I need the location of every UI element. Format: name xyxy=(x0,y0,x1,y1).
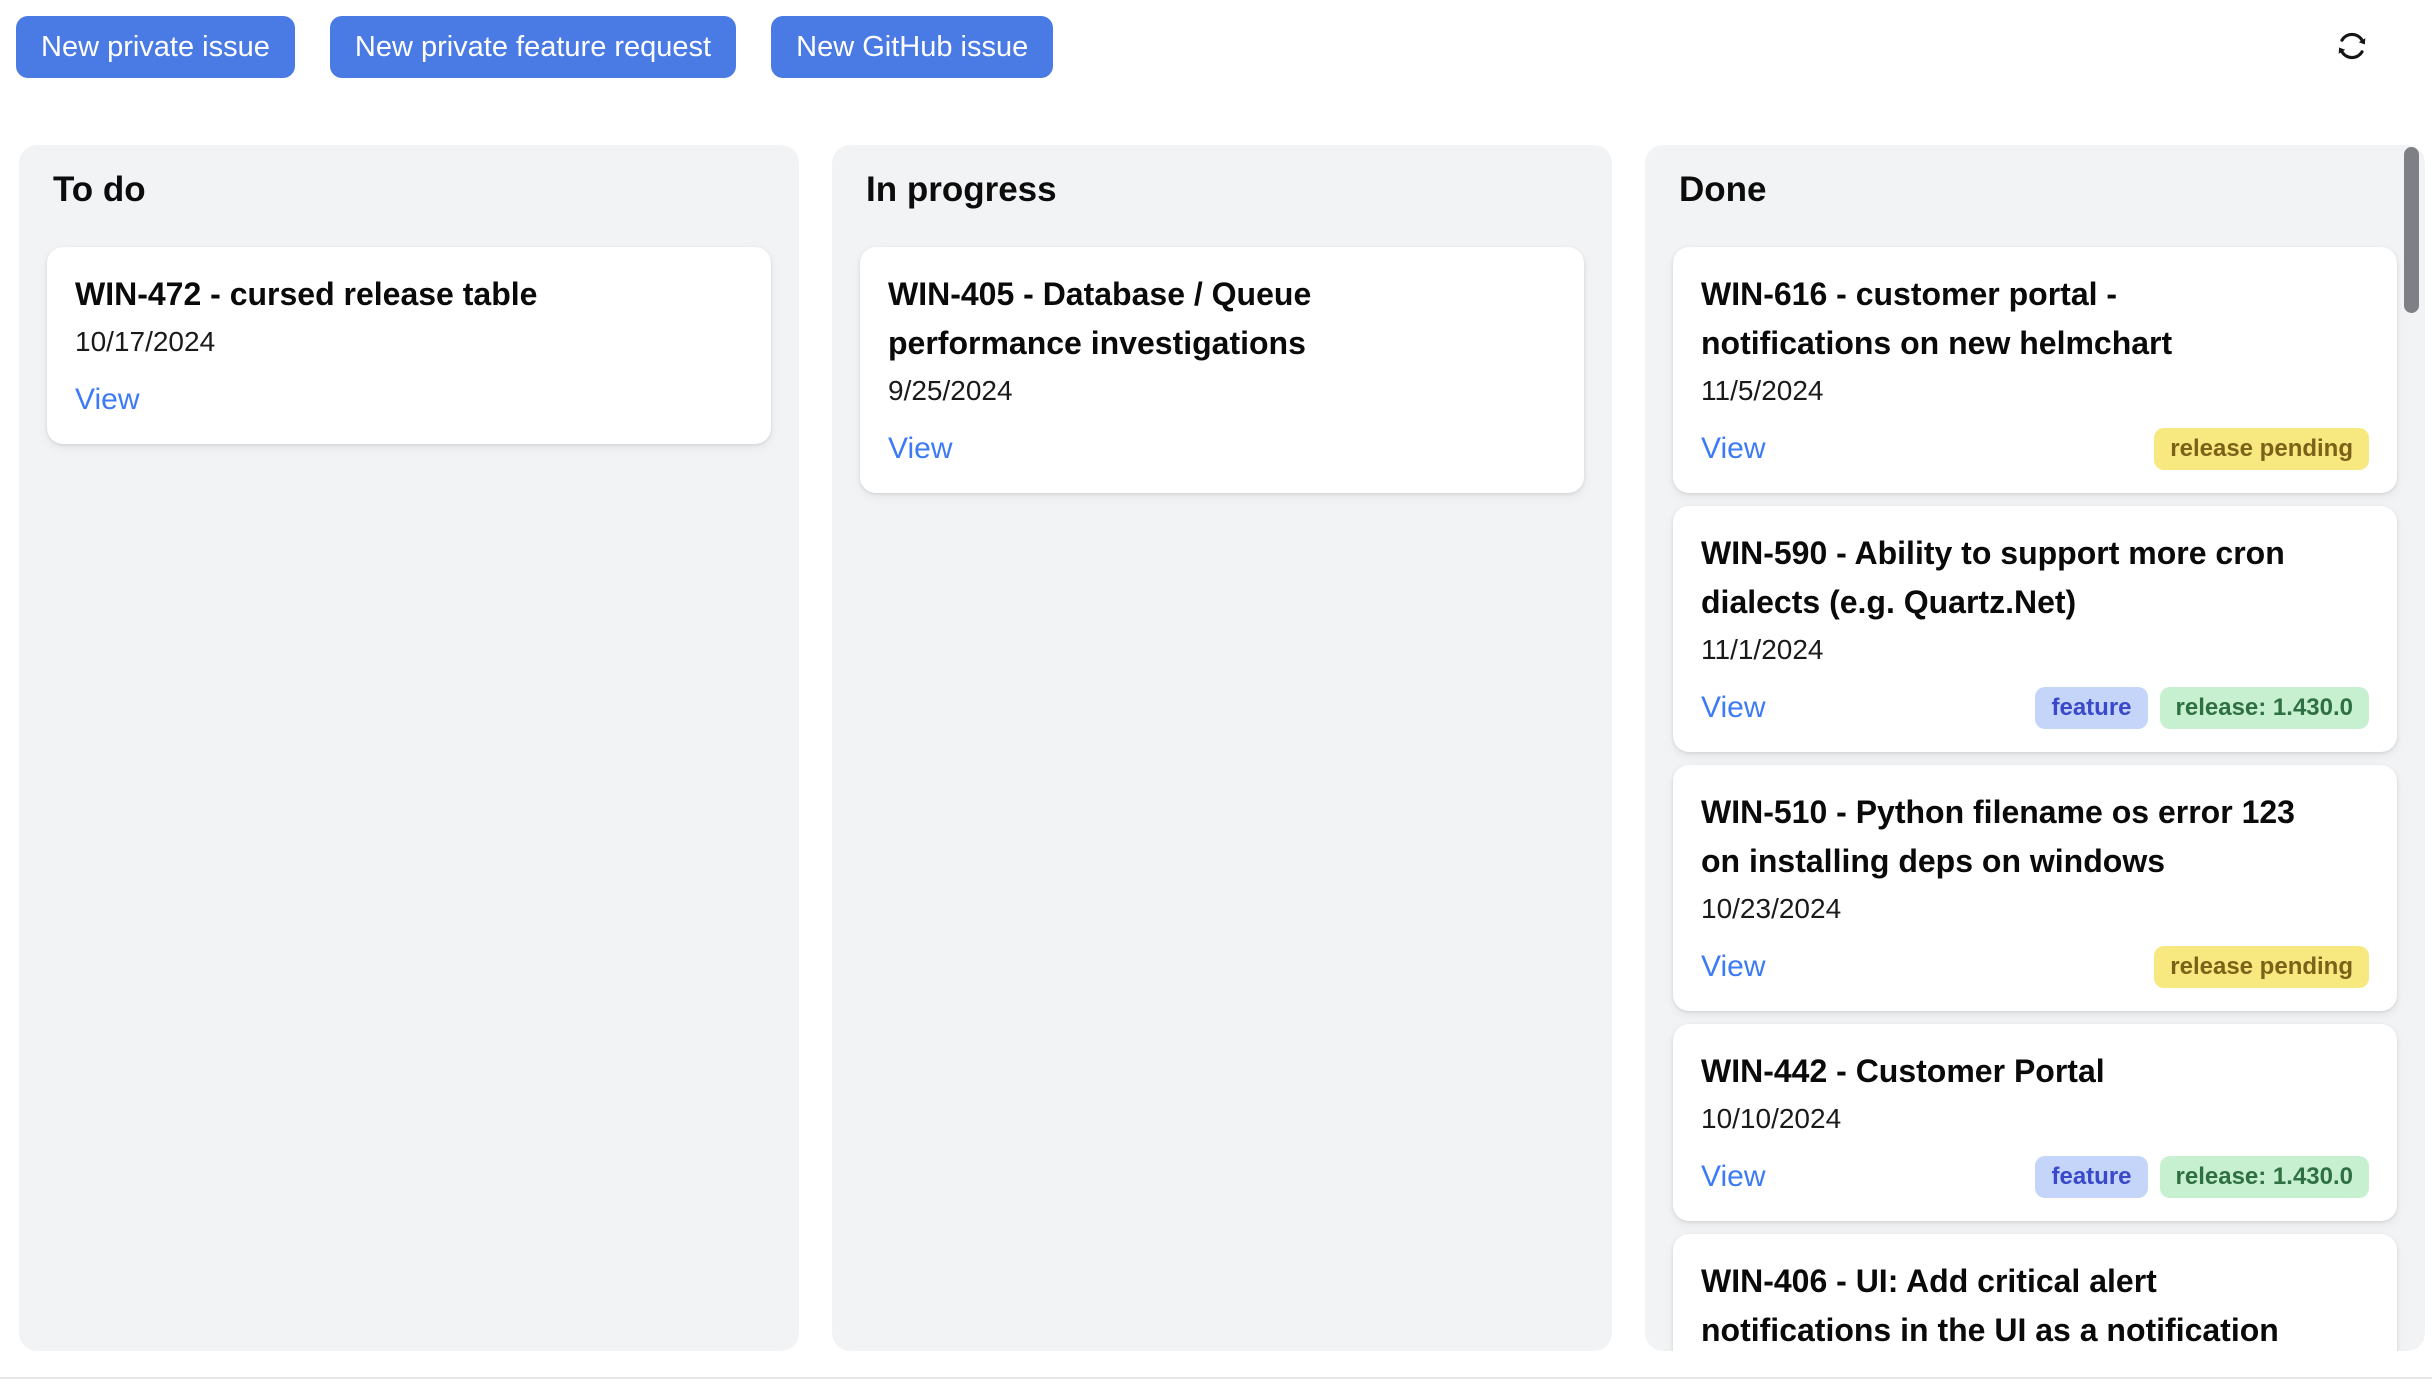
issue-card-win-510[interactable]: WIN-510 - Python filename os error 123 o… xyxy=(1673,765,2397,1011)
view-link[interactable]: View xyxy=(888,428,952,470)
issue-date: 11/1/2024 xyxy=(1701,633,2369,667)
badge-release-version: release: 1.430.0 xyxy=(2160,687,2369,729)
issue-title: WIN-616 - customer portal - notification… xyxy=(1701,270,2306,368)
issue-date: 9/25/2024 xyxy=(888,374,1556,408)
toolbar: New private issue New private feature re… xyxy=(16,16,1053,78)
badge-release-version: release: 1.430.0 xyxy=(2160,1156,2369,1198)
bottom-divider xyxy=(0,1377,2432,1379)
view-link[interactable]: View xyxy=(1701,428,1765,470)
issue-title: WIN-442 - Customer Portal xyxy=(1701,1047,2306,1096)
issue-title: WIN-406 - UI: Add critical alert notific… xyxy=(1701,1257,2306,1351)
card-footer: View release pending xyxy=(1701,946,2369,988)
badge-list: feature release: 1.430.0 xyxy=(2035,1156,2369,1198)
issue-date: 10/17/2024 xyxy=(75,325,743,359)
card-footer: View release pending xyxy=(1701,428,2369,470)
column-done: Done WIN-616 - customer portal - notific… xyxy=(1645,145,2425,1351)
issue-card-win-590[interactable]: WIN-590 - Ability to support more cron d… xyxy=(1673,506,2397,752)
card-footer: View feature release: 1.430.0 xyxy=(1701,1156,2369,1198)
column-title-todo: To do xyxy=(53,169,765,211)
issue-card-win-442[interactable]: WIN-442 - Customer Portal 10/10/2024 Vie… xyxy=(1673,1024,2397,1221)
badge-release-pending: release pending xyxy=(2154,428,2369,470)
issue-card-win-616[interactable]: WIN-616 - customer portal - notification… xyxy=(1673,247,2397,493)
column-todo: To do WIN-472 - cursed release table 10/… xyxy=(19,145,799,1351)
badge-list: release pending xyxy=(2154,946,2369,988)
issue-title: WIN-590 - Ability to support more cron d… xyxy=(1701,529,2306,627)
new-private-issue-button[interactable]: New private issue xyxy=(16,16,295,78)
issue-card-win-406[interactable]: WIN-406 - UI: Add critical alert notific… xyxy=(1673,1234,2397,1351)
issue-date: 11/5/2024 xyxy=(1701,374,2369,408)
new-github-issue-button[interactable]: New GitHub issue xyxy=(771,16,1053,78)
issue-date: 10/10/2024 xyxy=(1701,1102,2369,1136)
badge-release-pending: release pending xyxy=(2154,946,2369,988)
column-title-in-progress: In progress xyxy=(866,169,1578,211)
issue-title: WIN-472 - cursed release table xyxy=(75,270,680,319)
card-footer: View feature release: 1.430.0 xyxy=(1701,687,2369,729)
column-title-done: Done xyxy=(1679,169,2391,211)
badge-list: feature release: 1.430.0 xyxy=(2035,687,2369,729)
done-column-scrollbar-thumb[interactable] xyxy=(2404,147,2419,313)
issue-card-win-405[interactable]: WIN-405 - Database / Queue performance i… xyxy=(860,247,1584,493)
new-private-feature-request-button[interactable]: New private feature request xyxy=(330,16,736,78)
view-link[interactable]: View xyxy=(75,379,139,421)
kanban-board: To do WIN-472 - cursed release table 10/… xyxy=(19,145,2425,1351)
refresh-button[interactable] xyxy=(2328,22,2376,70)
issue-card-win-472[interactable]: WIN-472 - cursed release table 10/17/202… xyxy=(47,247,771,444)
view-link[interactable]: View xyxy=(1701,946,1765,988)
card-footer: View xyxy=(888,428,1556,470)
issue-title: WIN-510 - Python filename os error 123 o… xyxy=(1701,788,2306,886)
column-in-progress: In progress WIN-405 - Database / Queue p… xyxy=(832,145,1612,1351)
view-link[interactable]: View xyxy=(1701,687,1765,729)
issue-date: 10/23/2024 xyxy=(1701,892,2369,926)
badge-feature: feature xyxy=(2035,1156,2147,1198)
refresh-icon xyxy=(2333,27,2371,65)
issue-title: WIN-405 - Database / Queue performance i… xyxy=(888,270,1493,368)
badge-feature: feature xyxy=(2035,687,2147,729)
badge-list: release pending xyxy=(2154,428,2369,470)
card-footer: View xyxy=(75,379,743,421)
view-link[interactable]: View xyxy=(1701,1156,1765,1198)
